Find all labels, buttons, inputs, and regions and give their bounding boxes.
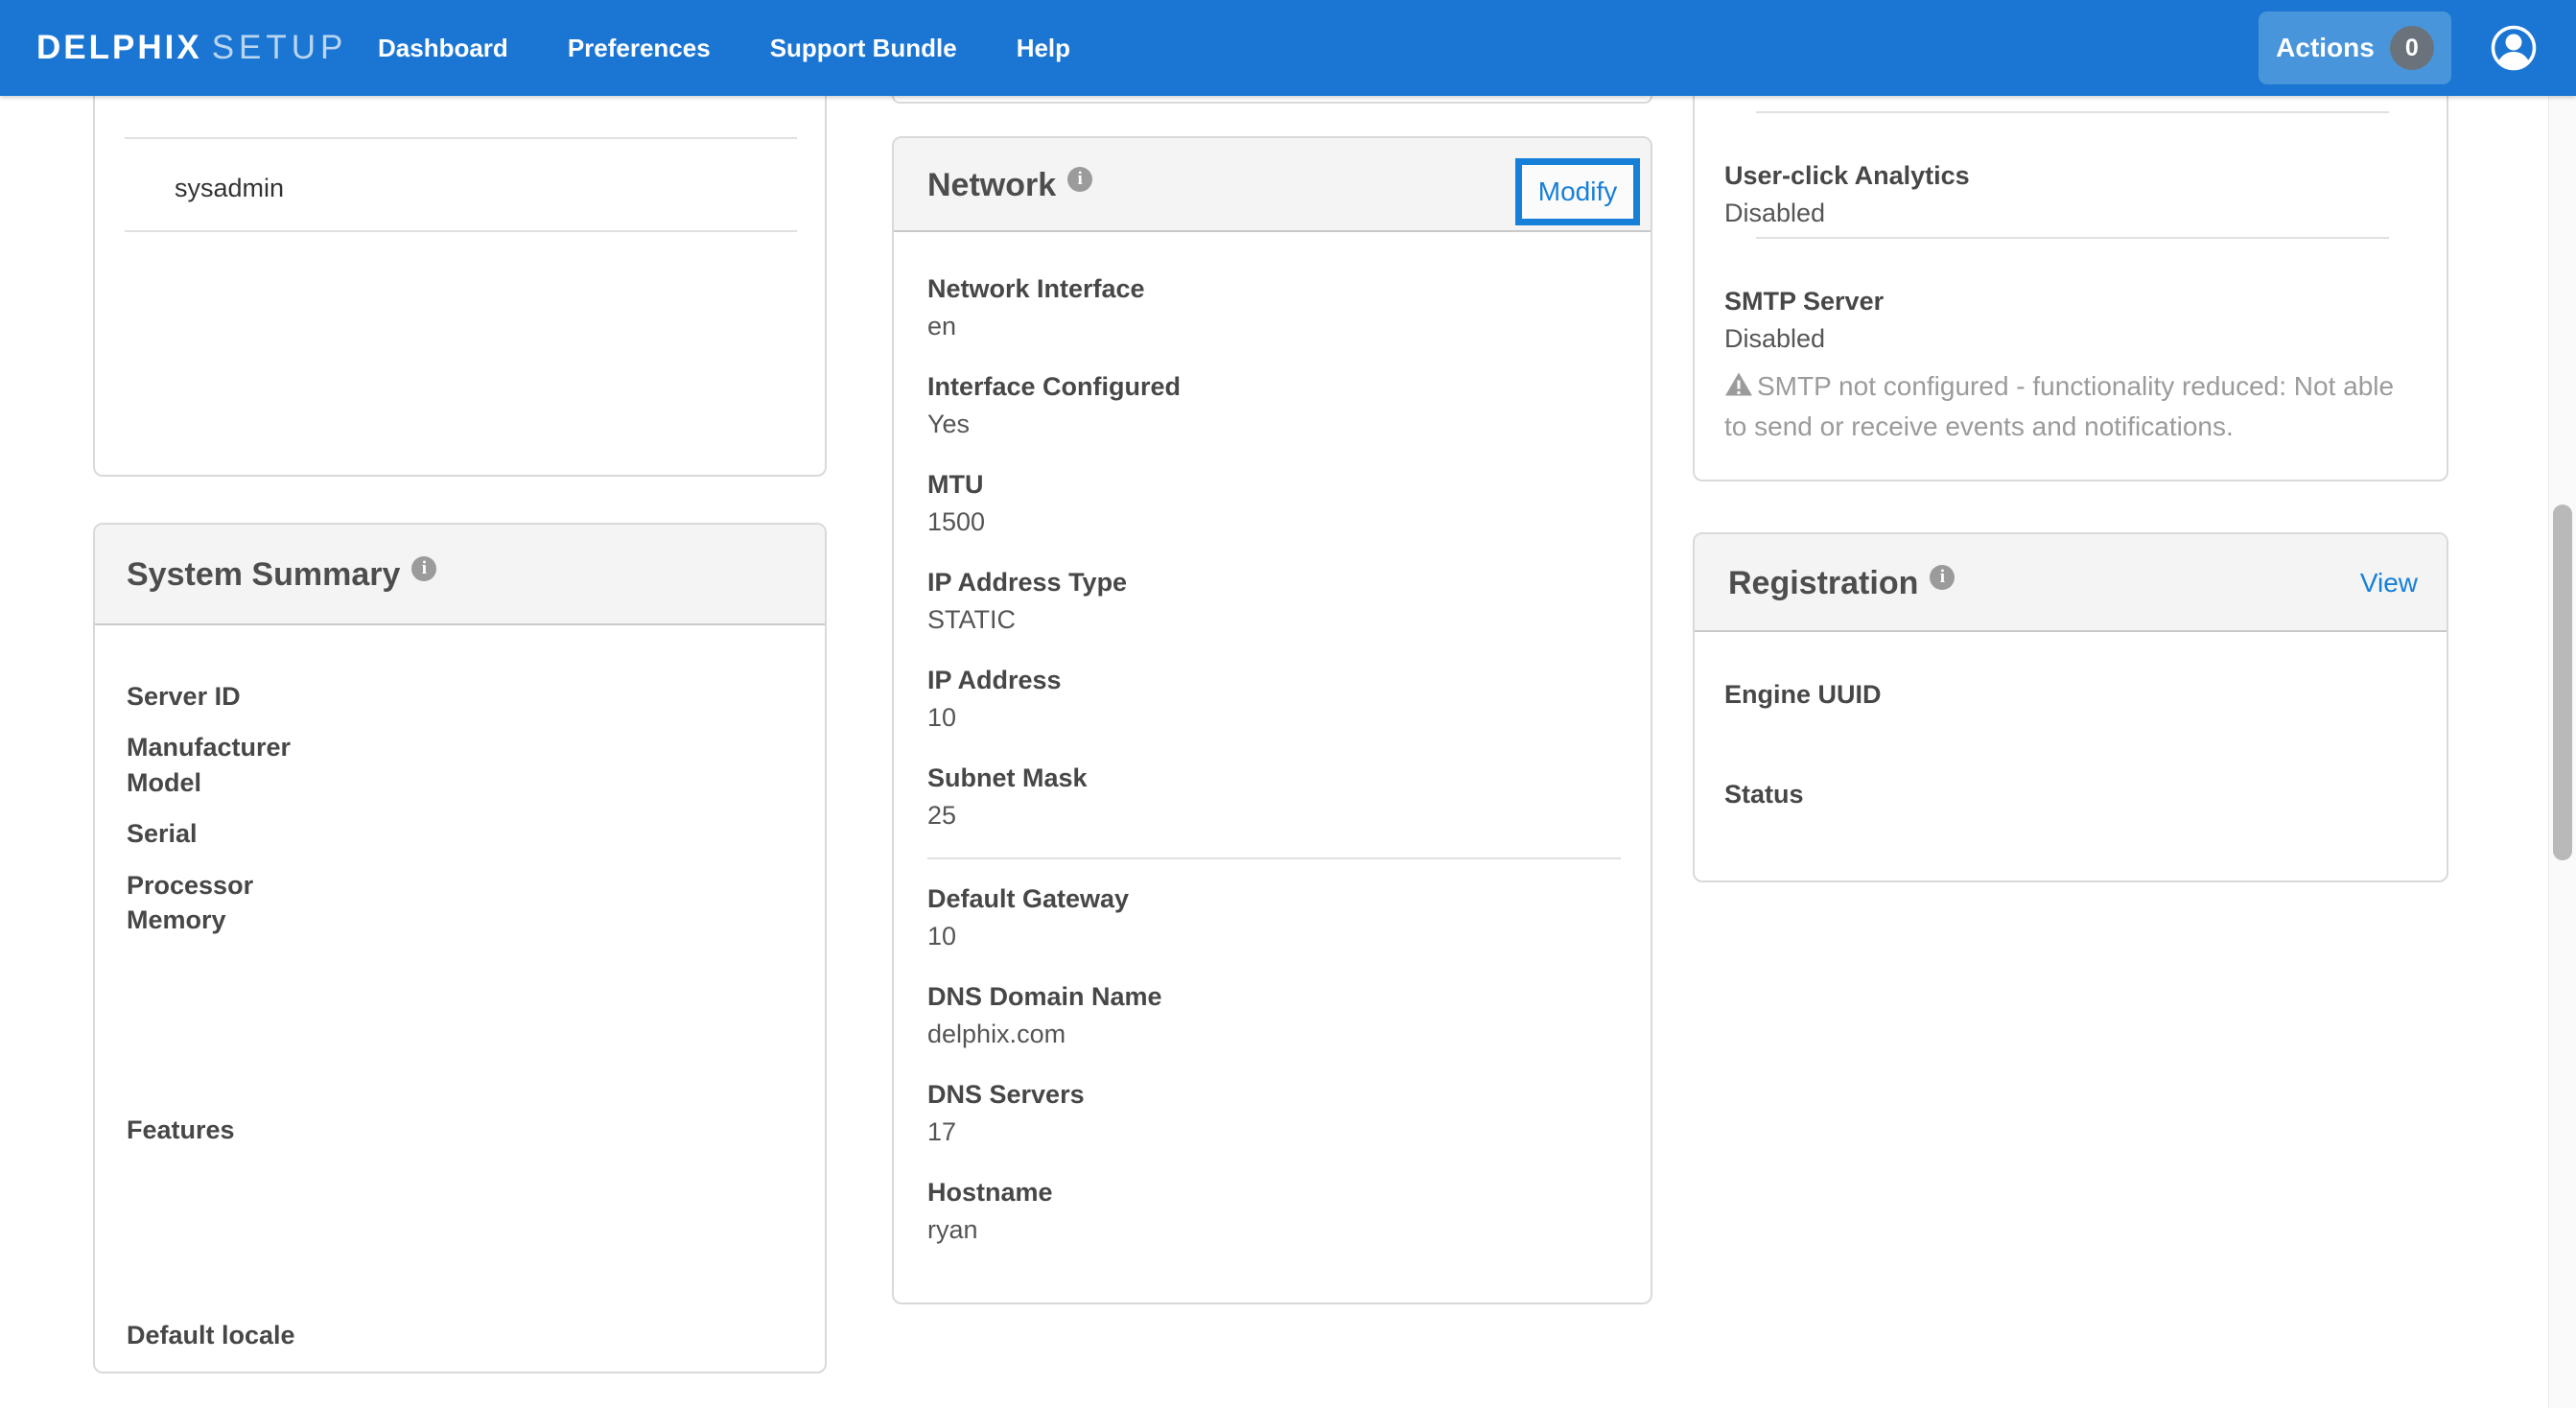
field-value: delphix.com <box>927 1015 1621 1053</box>
delphix-setup-logo: DELPHIX SETUP <box>36 0 347 96</box>
registration-title: Registration <box>1728 565 1918 601</box>
field-label: DNS Servers <box>927 1076 1621 1113</box>
modify-button[interactable]: Modify <box>1515 158 1640 225</box>
label-server-id: Server ID <box>127 678 241 715</box>
label-manufacturer: Manufacturer <box>127 729 291 765</box>
field-value: Yes <box>927 405 1621 443</box>
actions-count-badge: 0 <box>2390 26 2434 70</box>
label-smtp-server: SMTP Server <box>1724 283 1884 319</box>
status-card: User-click Analytics Disabled SMTP Serve… <box>1693 96 2448 481</box>
label-memory: Memory <box>127 902 226 938</box>
label-engine-uuid: Engine UUID <box>1724 676 1882 713</box>
registration-card: Registration i View Engine UUID Status <box>1693 532 2448 882</box>
field-label: MTU <box>927 466 1621 503</box>
field-dns-domain-name: DNS Domain Name delphix.com <box>927 978 1621 1053</box>
registration-header: Registration i View <box>1695 534 2447 632</box>
view-link[interactable]: View <box>2360 534 2418 632</box>
value-smtp-server: Disabled <box>1724 319 1825 358</box>
field-mtu: MTU 1500 <box>927 466 1621 541</box>
field-value: 10 <box>927 917 1621 955</box>
top-nav-bar: DELPHIX SETUP Dashboard Preferences Suppo… <box>0 0 2576 96</box>
nav-link-support-bundle[interactable]: Support Bundle <box>770 0 957 96</box>
info-icon[interactable]: i <box>1930 565 1955 590</box>
label-status: Status <box>1724 776 1804 812</box>
warning-icon <box>1724 369 1753 408</box>
network-header: Network i Modify <box>894 138 1651 232</box>
field-value: 25 <box>927 796 1621 834</box>
user-avatar-icon[interactable] <box>2491 25 2537 71</box>
field-label: IP Address <box>927 662 1621 698</box>
label-processor: Processor <box>127 867 253 903</box>
users-card: sysadmin <box>93 96 827 477</box>
field-network-interface: Network Interface en <box>927 270 1621 345</box>
label-user-click-analytics: User-click Analytics <box>1724 157 1970 194</box>
smtp-warning-text: SMTP not configured - functionality redu… <box>1724 371 2394 441</box>
label-default-locale: Default locale <box>127 1317 295 1353</box>
info-icon[interactable]: i <box>1067 167 1092 192</box>
status-divider-middle <box>1756 237 2389 239</box>
field-value: ryan <box>927 1210 1621 1249</box>
nav-link-dashboard[interactable]: Dashboard <box>378 0 508 96</box>
label-features: Features <box>127 1112 235 1148</box>
modify-button-label: Modify <box>1538 176 1617 207</box>
field-label: DNS Domain Name <box>927 978 1621 1015</box>
brand-secondary: SETUP <box>212 29 348 66</box>
field-label: Hostname <box>927 1174 1621 1210</box>
field-ip-address-type: IP Address Type STATIC <box>927 564 1621 639</box>
scrollbar-thumb[interactable] <box>2553 505 2572 860</box>
info-icon[interactable]: i <box>411 556 436 581</box>
network-title: Network <box>927 167 1056 203</box>
label-serial: Serial <box>127 815 198 852</box>
system-summary-card: System Summary i Server ID Manufacturer M… <box>93 523 827 1373</box>
field-value: en <box>927 307 1621 345</box>
list-item-sysadmin[interactable]: sysadmin <box>175 169 284 207</box>
actions-button[interactable]: Actions 0 <box>2259 12 2451 84</box>
network-divider <box>927 857 1621 859</box>
label-model: Model <box>127 764 201 801</box>
system-summary-header: System Summary i <box>95 525 825 625</box>
users-card-divider-bottom <box>125 230 797 232</box>
field-value: 17 <box>927 1113 1621 1151</box>
users-card-divider-top <box>125 137 797 139</box>
nav-link-help[interactable]: Help <box>1017 0 1070 96</box>
field-value: 10 <box>927 698 1621 737</box>
field-label: Interface Configured <box>927 368 1621 405</box>
field-label: IP Address Type <box>927 564 1621 600</box>
scrollbar-track[interactable] <box>2548 96 2576 1408</box>
field-value: 1500 <box>927 503 1621 541</box>
field-subnet-mask: Subnet Mask 25 <box>927 760 1621 834</box>
nav-link-preferences[interactable]: Preferences <box>568 0 711 96</box>
field-label: Network Interface <box>927 270 1621 307</box>
value-user-click-analytics: Disabled <box>1724 194 1825 232</box>
field-dns-servers: DNS Servers 17 <box>927 1076 1621 1151</box>
field-label: Subnet Mask <box>927 760 1621 796</box>
nav-links: Dashboard Preferences Support Bundle Hel… <box>378 0 1070 96</box>
field-ip-address: IP Address 10 <box>927 662 1621 737</box>
system-summary-title: System Summary <box>127 556 400 593</box>
smtp-warning: SMTP not configured - functionality redu… <box>1724 367 2410 446</box>
network-card: Network i Modify Network Interface en Int… <box>892 136 1652 1304</box>
brand-primary: DELPHIX <box>36 29 202 66</box>
field-hostname: Hostname ryan <box>927 1174 1621 1249</box>
actions-button-label: Actions <box>2276 33 2375 63</box>
network-body: Network Interface en Interface Configure… <box>894 232 1651 1249</box>
status-divider-top <box>1756 111 2389 113</box>
field-label: Default Gateway <box>927 880 1621 917</box>
clipped-card-bottom <box>892 96 1652 104</box>
field-interface-configured: Interface Configured Yes <box>927 368 1621 443</box>
field-value: STATIC <box>927 600 1621 639</box>
field-default-gateway: Default Gateway 10 <box>927 880 1621 955</box>
